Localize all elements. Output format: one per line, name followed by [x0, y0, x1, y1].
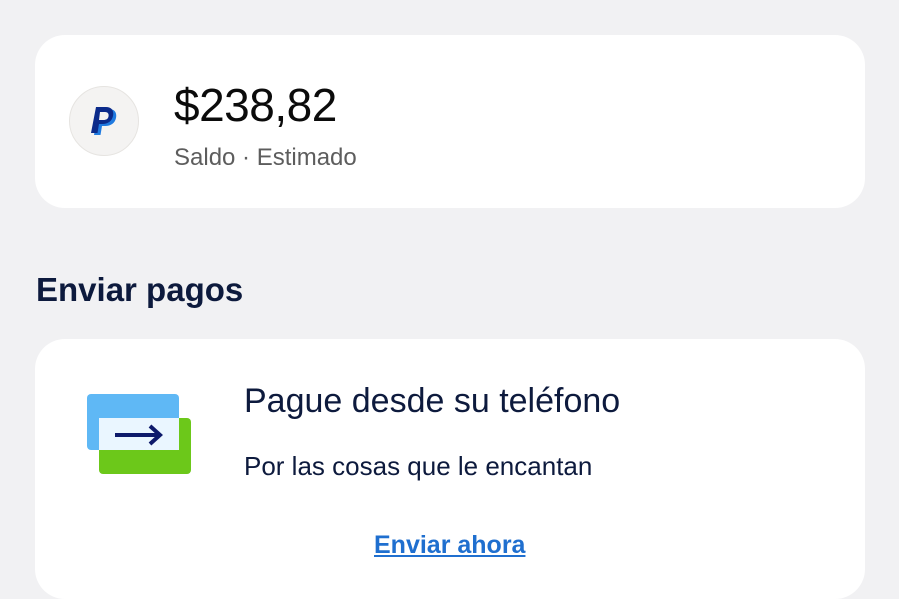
balance-card[interactable]: $238,82 Saldo · Estimado [35, 35, 865, 208]
send-payment-card-icon [87, 391, 197, 486]
send-now-link[interactable]: Enviar ahora [374, 529, 525, 561]
send-card-title: Pague desde su teléfono [244, 382, 621, 420]
send-payments-heading: Enviar pagos [36, 271, 244, 308]
send-card-subtitle: Por las cosas que le encantan [244, 451, 593, 481]
balance-subtitle: Saldo · Estimado [174, 144, 357, 171]
send-payment-card[interactable]: Pague desde su teléfono Por las cosas qu… [35, 339, 865, 599]
paypal-logo-icon [69, 86, 139, 156]
balance-amount: $238,82 [174, 79, 337, 131]
